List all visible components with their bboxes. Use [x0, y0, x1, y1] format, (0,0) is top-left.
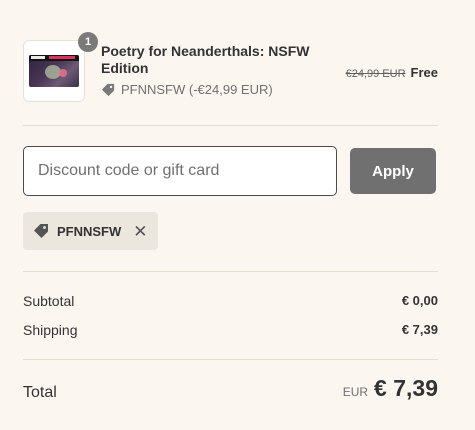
shipping-row: Shipping € 7,39 [23, 322, 438, 338]
product-title: Poetry for Neanderthals: NSFW Edition [101, 43, 310, 76]
book-cover-image [29, 55, 79, 87]
close-icon[interactable]: ✕ [133, 223, 147, 240]
quantity-badge: 1 [78, 32, 98, 52]
discount-line-text: PFNNSFW (-€24,99 EUR) [121, 82, 273, 97]
applied-discount-tag: PFNNSFW ✕ [23, 212, 158, 250]
shipping-label: Shipping [23, 322, 78, 338]
divider [23, 271, 438, 272]
applied-code-text: PFNNSFW [57, 223, 122, 239]
original-price: €24,99 EUR [345, 68, 406, 80]
total-label: Total [23, 384, 57, 401]
total-row: Total EUR € 7,39 [23, 375, 438, 402]
product-discount-line: PFNNSFW (-€24,99 EUR) [101, 82, 273, 97]
tag-icon [101, 83, 115, 96]
final-price: Free [410, 65, 438, 80]
subtotal-label: Subtotal [23, 293, 75, 309]
apply-button[interactable]: Apply [350, 148, 436, 194]
discount-code-input[interactable] [23, 146, 337, 196]
total-value: € 7,39 [374, 375, 438, 401]
shipping-value: € 7,39 [401, 322, 438, 337]
product-price: €24,99 EUR Free [346, 65, 438, 80]
divider [23, 125, 438, 126]
subtotal-value: € 0,00 [401, 293, 438, 308]
total-currency: EUR [342, 385, 369, 399]
subtotal-row: Subtotal € 0,00 [23, 293, 438, 309]
divider [23, 359, 438, 360]
product-thumbnail [23, 40, 85, 102]
line-item-product: 1 Poetry for Neanderthals: NSFW Edition … [23, 32, 438, 102]
tag-icon [34, 224, 48, 238]
